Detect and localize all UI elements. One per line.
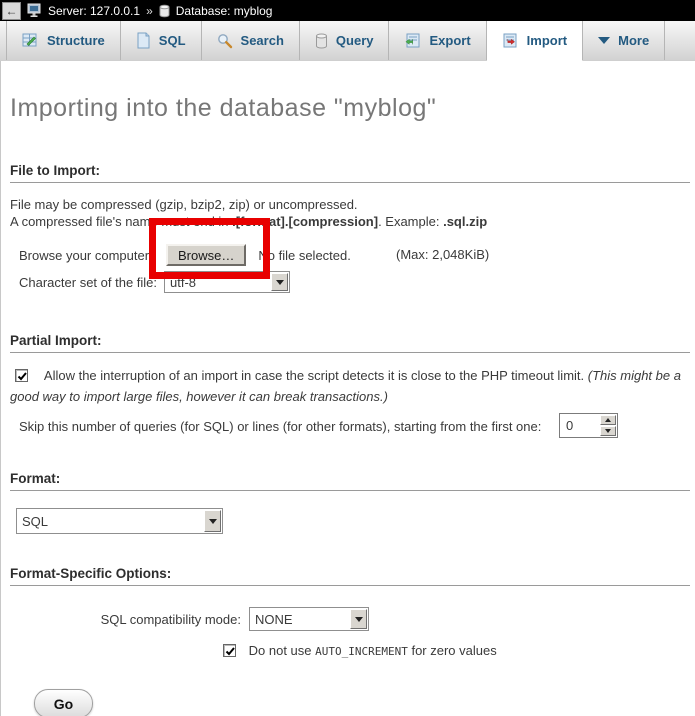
sql-compat-row: SQL compatibility mode: NONE <box>1 607 695 631</box>
skip-queries-label: Skip this number of queries (for SQL) or… <box>19 419 541 434</box>
max-size-note: (Max: 2,048KiB) <box>396 247 489 262</box>
section-heading-format: Format: <box>10 471 690 491</box>
chevron-down-icon <box>598 37 610 44</box>
sql-compat-select[interactable]: NONE <box>249 607 369 631</box>
server-icon <box>27 3 42 18</box>
charset-label: Character set of the file: <box>19 275 164 290</box>
note-line1: File may be compressed (gzip, bzip2, zip… <box>10 197 358 212</box>
dropdown-arrow-icon[interactable] <box>350 609 367 629</box>
tab-label: Structure <box>47 33 105 48</box>
allow-interruption-row: Allow the interruption of an import in c… <box>10 365 688 407</box>
allow-interruption-text: Allow the interruption of an import in c… <box>44 368 588 383</box>
tab-query[interactable]: Query <box>300 21 390 60</box>
auto-increment-row: Do not use AUTO_INCREMENT for zero value… <box>223 643 695 658</box>
tab-search[interactable]: Search <box>202 21 300 60</box>
section-heading-format-options: Format-Specific Options: <box>10 566 690 586</box>
check-icon <box>16 370 29 383</box>
browse-file-button[interactable]: Browse… <box>166 244 246 266</box>
go-button[interactable]: Go <box>34 689 93 716</box>
format-select[interactable]: SQL <box>16 508 223 534</box>
dropdown-arrow-icon[interactable] <box>271 273 288 291</box>
tab-import[interactable]: Import <box>487 21 583 61</box>
browse-file-row: Browse your computer: Browse… No file se… <box>19 243 695 267</box>
format-row: SQL <box>16 508 695 534</box>
number-spinner <box>600 415 616 436</box>
spinner-up-button[interactable] <box>600 415 616 425</box>
tab-label: More <box>618 33 649 48</box>
charset-select[interactable]: utf-8 <box>164 271 290 293</box>
search-icon <box>217 33 233 49</box>
sql-icon <box>136 32 151 49</box>
note-example: .sql.zip <box>443 214 487 229</box>
section-heading-partial-import: Partial Import: <box>10 333 690 353</box>
tab-label: Export <box>429 33 470 48</box>
allow-interruption-checkbox[interactable] <box>15 369 28 382</box>
page-title: Importing into the database "myblog" <box>10 94 695 123</box>
query-icon <box>315 33 328 49</box>
back-arrow-button[interactable]: ← <box>2 2 21 20</box>
tab-export[interactable]: Export <box>389 21 486 60</box>
structure-icon <box>22 33 39 49</box>
tab-label: Search <box>241 33 284 48</box>
skip-queries-row: Skip this number of queries (for SQL) or… <box>16 413 695 439</box>
tab-sql[interactable]: SQL <box>121 21 202 60</box>
tab-label: Query <box>336 33 374 48</box>
breadcrumb-separator: » <box>146 4 153 18</box>
note-format-pattern: .[format].[compression] <box>232 214 378 229</box>
section-heading-file-to-import: File to Import: <box>10 163 690 183</box>
no-file-selected-text: No file selected. <box>258 248 351 263</box>
tab-structure[interactable]: Structure <box>6 21 121 60</box>
note-line2-mid: . Example: <box>378 214 443 229</box>
database-icon <box>159 4 170 18</box>
spinner-down-button[interactable] <box>600 426 616 436</box>
charset-selected-value: utf-8 <box>165 275 196 290</box>
tab-label: Import <box>527 33 567 48</box>
browse-label: Browse your computer: <box>19 248 166 263</box>
skip-queries-input[interactable]: 0 <box>559 413 618 438</box>
auto-increment-text-suffix: for zero values <box>408 643 497 658</box>
sql-compat-label: SQL compatibility mode: <box>1 612 241 627</box>
breadcrumb-database-link[interactable]: Database: myblog <box>176 4 273 18</box>
tab-more[interactable]: More <box>583 21 665 60</box>
left-arrow-icon: ← <box>6 4 18 18</box>
skip-queries-value: 0 <box>560 418 600 433</box>
auto-increment-text-prefix: Do not use <box>249 643 316 658</box>
compression-note: File may be compressed (gzip, bzip2, zip… <box>10 196 695 230</box>
note-line2-prefix: A compressed file's name must end in <box>10 214 232 229</box>
dropdown-arrow-icon[interactable] <box>204 510 221 532</box>
sql-compat-selected-value: NONE <box>250 612 293 627</box>
charset-row: Character set of the file: utf-8 <box>19 271 695 293</box>
export-icon <box>404 33 421 49</box>
breadcrumb-bar: ← Server: 127.0.0.1 » Database: myblog <box>0 0 695 21</box>
breadcrumb-server-link[interactable]: Server: 127.0.0.1 <box>48 4 140 18</box>
tab-label: SQL <box>159 33 186 48</box>
import-icon <box>502 33 519 49</box>
auto-increment-code: AUTO_INCREMENT <box>315 645 408 658</box>
main-content: Importing into the database "myblog" Fil… <box>0 61 695 716</box>
tab-bar: Structure SQL Search Query <box>0 21 695 61</box>
format-selected-value: SQL <box>17 514 48 529</box>
check-icon <box>224 645 237 658</box>
auto-increment-checkbox[interactable] <box>223 644 236 657</box>
